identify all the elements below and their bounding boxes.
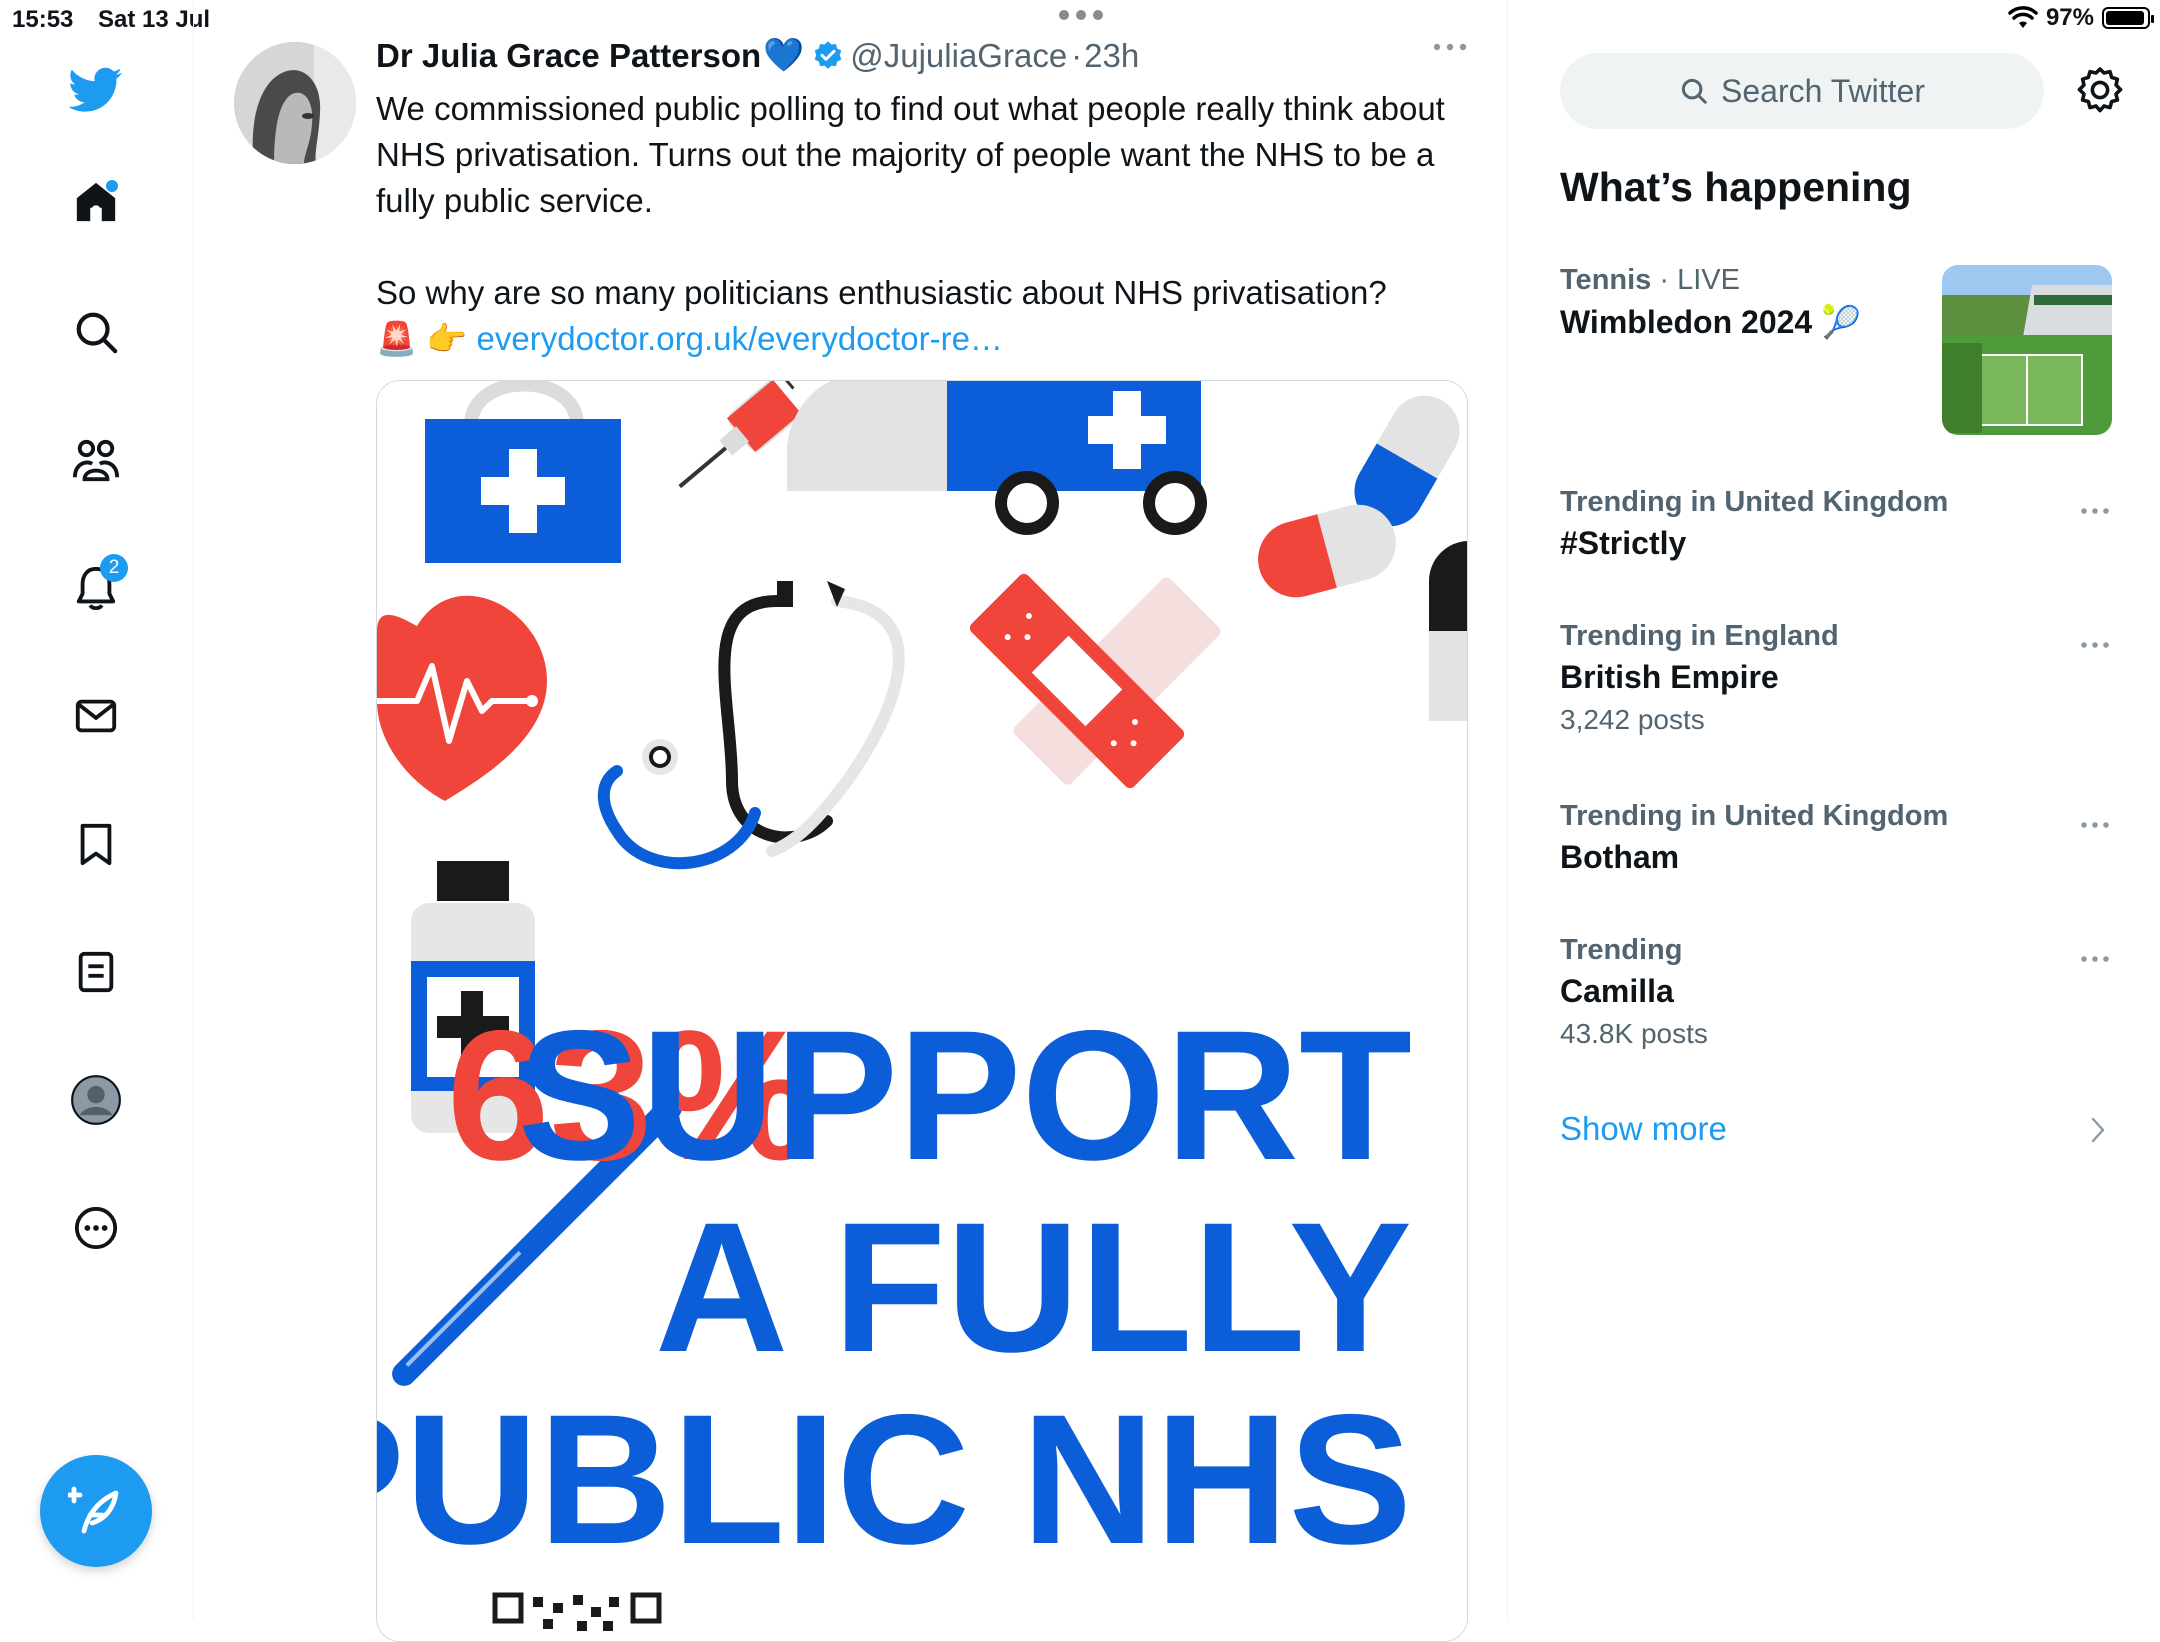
tweet-more-options-icon[interactable]: [1432, 40, 1468, 58]
wifi-icon: [2008, 6, 2038, 28]
qr-code-graphic: [492, 1592, 662, 1641]
heart-emoji: 💙: [763, 36, 805, 73]
trend-context: Trending: [1560, 934, 1683, 966]
show-more-link[interactable]: Show more: [1560, 1110, 1727, 1148]
communities-icon[interactable]: [64, 428, 128, 492]
battery-percent: 97%: [2045, 4, 2094, 31]
trend-live: · LIVE: [1659, 264, 1740, 296]
tweet-author-avatar[interactable]: [234, 42, 356, 164]
trend-item[interactable]: Trending in United Kingdom Botham: [1560, 800, 2120, 876]
trend-post-count: 43.8K posts: [1560, 1018, 1708, 1049]
tweet-text: We commissioned public polling to find o…: [376, 86, 1466, 362]
tennis-ball-emoji: 🎾: [1821, 304, 1861, 340]
tweet-media-image[interactable]: 63% SUPPORT A FULLY PUBLIC NHS: [376, 380, 1468, 1642]
trend-title: #Strictly: [1560, 525, 1687, 561]
trend-title: Botham: [1560, 839, 1680, 875]
chevron-right-icon[interactable]: [2090, 1116, 2106, 1149]
verified-badge-icon: [814, 40, 842, 69]
battery-icon: [2102, 7, 2154, 29]
search-icon: [1681, 78, 1707, 104]
capsule-graphic-3: [1429, 541, 1467, 721]
notifications-icon[interactable]: 2: [64, 554, 128, 620]
poster-line-1: SUPPORT: [518, 993, 1412, 1199]
left-nav: 2: [0, 0, 194, 1620]
poster-line-2: A FULLY: [655, 1185, 1412, 1391]
profile-icon[interactable]: [64, 1068, 128, 1132]
whats-happening-title: What’s happening: [1560, 164, 1912, 210]
wimbledon-thumbnail[interactable]: [1942, 265, 2112, 435]
trend-more-icon[interactable]: [2080, 816, 2110, 834]
search-placeholder: Search Twitter: [1721, 72, 1925, 109]
tweet-paragraph-1: We commissioned public polling to find o…: [376, 90, 1445, 219]
settings-gear-icon[interactable]: [2076, 66, 2124, 119]
tweet-author-handle[interactable]: @JujuliaGrace: [850, 37, 1067, 75]
trend-title: Wimbledon 2024: [1560, 304, 1813, 340]
tweet-time[interactable]: 23h: [1084, 37, 1139, 75]
tweet-header: Dr Julia Grace Patterson 💙 @JujuliaGrace…: [376, 36, 1139, 75]
tweet-author-name[interactable]: Dr Julia Grace Patterson: [376, 37, 761, 75]
trend-context: Trending in England: [1560, 620, 1839, 652]
trend-more-icon[interactable]: [2080, 636, 2110, 654]
feather-plus-icon: [68, 1486, 119, 1534]
home-icon[interactable]: [64, 170, 128, 234]
search-icon[interactable]: [64, 300, 128, 364]
siren-pointing-emoji: 🚨 👉: [376, 320, 468, 357]
search-twitter-input[interactable]: Search Twitter: [1560, 53, 2044, 129]
status-right: 97%: [2008, 4, 2154, 32]
trend-item[interactable]: Trending in England British Empire 3,242…: [1560, 620, 2120, 736]
trend-context: Trending in United Kingdom: [1560, 800, 1949, 832]
tweet-link[interactable]: everydoctor.org.uk/everydoctor-re…: [477, 320, 1003, 357]
bookmarks-icon[interactable]: [64, 812, 128, 876]
trend-item[interactable]: Trending in United Kingdom #Strictly: [1560, 486, 2120, 562]
trend-title: Camilla: [1560, 973, 1674, 1009]
compose-tweet-button[interactable]: [40, 1455, 152, 1567]
trend-item[interactable]: Trending Camilla 43.8K posts: [1560, 934, 2120, 1050]
notifications-badge: 2: [100, 554, 128, 582]
trend-more-icon[interactable]: [2080, 950, 2110, 968]
trend-more-icon[interactable]: [2080, 502, 2110, 520]
tweet-separator: ·: [1071, 36, 1083, 74]
trend-context: Trending in United Kingdom: [1560, 486, 1949, 518]
tweet-paragraph-2: So why are so many politicians enthusias…: [376, 274, 1387, 311]
lists-icon[interactable]: [64, 940, 128, 1004]
trend-post-count: 3,242 posts: [1560, 704, 1705, 735]
twitter-logo-icon[interactable]: [64, 58, 128, 122]
trend-context: Tennis: [1560, 264, 1652, 296]
more-icon[interactable]: [64, 1196, 128, 1260]
poster-line-3: PUBLIC NHS: [377, 1377, 1412, 1583]
messages-icon[interactable]: [64, 684, 128, 748]
trend-title: British Empire: [1560, 659, 1779, 695]
